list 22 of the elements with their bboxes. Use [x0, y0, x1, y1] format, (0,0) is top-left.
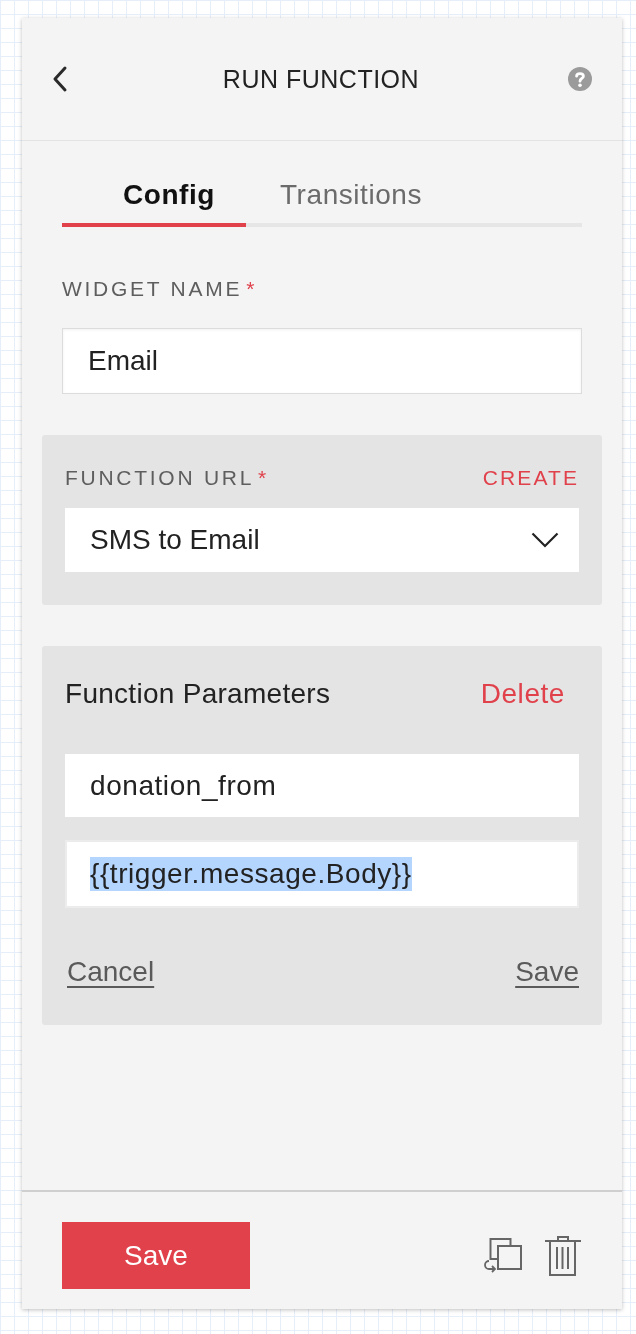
- tab[interactable]: Config: [62, 167, 246, 227]
- save-button[interactable]: Save: [62, 1222, 250, 1289]
- back-icon[interactable]: [52, 65, 68, 93]
- text-field[interactable]: Email: [62, 328, 582, 394]
- create-link[interactable]: CREATE: [482, 466, 579, 488]
- section-title: Function Parameters: [65, 680, 331, 708]
- chevron-down-icon: [531, 532, 559, 548]
- text-field[interactable]: donation_from: [65, 754, 579, 817]
- delete-link[interactable]: Delete: [480, 680, 565, 708]
- cancel-link[interactable]: Cancel: [67, 958, 155, 986]
- trash-icon[interactable]: [544, 1236, 582, 1276]
- field-label: FUNCTION URL: [65, 466, 255, 488]
- field-label: WIDGET NAME: [62, 277, 243, 299]
- tab[interactable]: Transitions: [246, 167, 582, 227]
- required-asterisk: *: [246, 277, 255, 299]
- required-asterisk: *: [258, 466, 267, 488]
- text-field[interactable]: {{trigger.message.Body}}: [65, 840, 579, 908]
- help-icon[interactable]: [568, 67, 592, 91]
- panel-title: RUN FUNCTION: [222, 66, 420, 92]
- save-link[interactable]: Save: [515, 958, 579, 986]
- dropdown[interactable]: SMS to Email: [65, 508, 579, 572]
- duplicate-icon[interactable]: [482, 1238, 522, 1274]
